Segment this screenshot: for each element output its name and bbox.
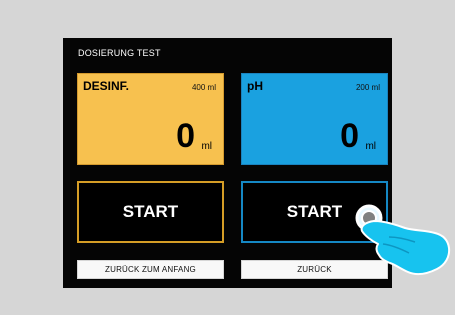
desinfection-unit: ml bbox=[201, 141, 212, 152]
desinfection-value: 0 bbox=[176, 117, 195, 155]
start-ph-button[interactable]: START bbox=[241, 181, 388, 243]
ph-value: 0 bbox=[340, 117, 359, 155]
back-to-start-button[interactable]: ZURÜCK ZUM ANFANG bbox=[77, 260, 224, 279]
ph-capacity: 200 ml bbox=[355, 83, 380, 92]
ph-panel: pH 200 ml 0 ml bbox=[241, 73, 388, 165]
dosing-test-screen: DOSIERUNG TEST DESINF. 400 ml 0 ml pH 20… bbox=[63, 38, 392, 288]
back-button[interactable]: ZURÜCK bbox=[241, 260, 388, 279]
desinfection-label: DESINF. bbox=[83, 79, 130, 93]
ph-label: pH bbox=[247, 79, 263, 93]
screenshot-stage: DOSIERUNG TEST DESINF. 400 ml 0 ml pH 20… bbox=[0, 0, 455, 315]
desinfection-capacity: 400 ml bbox=[191, 83, 216, 92]
desinfection-panel: DESINF. 400 ml 0 ml bbox=[77, 73, 224, 165]
start-desinfection-button[interactable]: START bbox=[77, 181, 224, 243]
ph-unit: ml bbox=[365, 141, 376, 152]
screen-title: DOSIERUNG TEST bbox=[78, 48, 161, 58]
